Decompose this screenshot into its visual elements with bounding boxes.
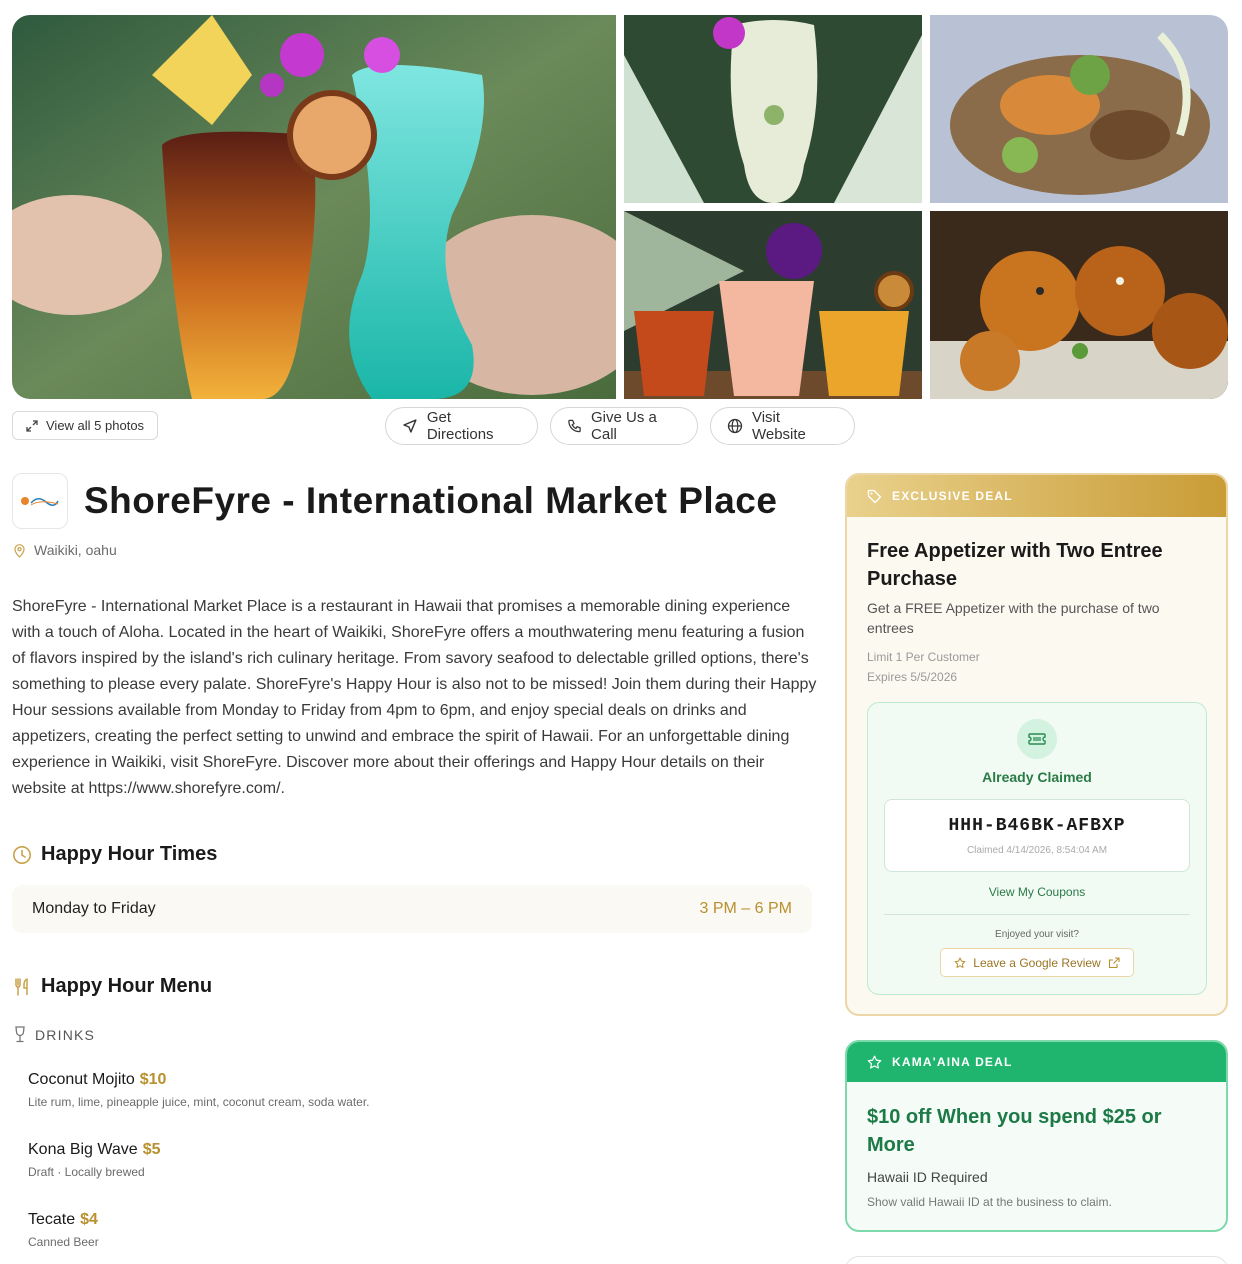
menu-item: Kona Big Wave $5 Draft · Locally brewed xyxy=(28,1141,160,1179)
leave-google-review-label: Leave a Google Review xyxy=(973,955,1101,970)
expand-icon xyxy=(26,419,38,432)
tag-icon xyxy=(867,489,882,503)
clock-icon xyxy=(13,845,31,864)
call-label: Give Us a Call xyxy=(591,409,657,443)
deal-limit: Limit 1 Per Customer xyxy=(867,650,980,664)
business-logo xyxy=(12,473,68,529)
deal-title: Free Appetizer with Two Entree Purchase xyxy=(867,540,1163,590)
claimed-coupon-panel: Already Claimed HHH-B46BK-AFBXP Claimed … xyxy=(867,702,1207,995)
kamaaina-deal-badge: KAMA'AINA DEAL xyxy=(892,1055,1013,1069)
exclusive-deal-badge: EXCLUSIVE DEAL xyxy=(892,489,1013,503)
leave-google-review-button[interactable]: Leave a Google Review xyxy=(940,948,1134,977)
photo-cocktails-main[interactable] xyxy=(12,15,616,399)
claimed-timestamp: Claimed 4/14/2026, 8:54:04 AM xyxy=(966,845,1108,856)
globe-icon xyxy=(727,418,743,434)
phone-icon xyxy=(568,419,581,433)
happy-hour-time: 3 PM – 6 PM xyxy=(699,900,792,917)
star-icon xyxy=(954,957,966,968)
navigation-arrow-icon xyxy=(403,419,417,433)
divider xyxy=(884,914,1190,915)
photo-appetizer-plate[interactable] xyxy=(930,15,1228,203)
kamaaina-deal-header: KAMA'AINA DEAL xyxy=(847,1042,1226,1082)
drinks-category-heading: DRINKS xyxy=(14,1026,95,1043)
menu-item-price: $4 xyxy=(80,1211,98,1228)
happy-hour-times-title: Happy Hour Times xyxy=(41,843,218,865)
review-prompt: Enjoyed your visit? xyxy=(995,929,1079,940)
deal-expiration: Expires 5/5/2026 xyxy=(867,670,958,684)
kamaaina-note: Show valid Hawaii ID at the business to … xyxy=(867,1195,1112,1209)
call-button[interactable]: Give Us a Call xyxy=(550,407,698,445)
menu-item-price: $10 xyxy=(139,1071,167,1088)
photo-gallery xyxy=(12,15,1228,399)
claimed-status: Already Claimed xyxy=(982,769,1092,785)
menu-item-detail: Canned Beer xyxy=(28,1235,99,1249)
happy-hour-menu-heading: Happy Hour Menu xyxy=(12,975,212,998)
happy-hour-days: Monday to Friday xyxy=(32,900,156,917)
menu-item-price: $5 xyxy=(142,1141,161,1158)
photo-drink-trio[interactable] xyxy=(624,211,922,399)
utensils-icon xyxy=(15,977,28,996)
business-description: ShoreFyre - International Market Place i… xyxy=(12,598,817,797)
map-pin-icon xyxy=(14,543,25,558)
happy-hour-row: Monday to Friday 3 PM – 6 PM xyxy=(12,885,812,933)
view-all-photos-label: View all 5 photos xyxy=(46,418,145,433)
kamaaina-deal-title: $10 off When you spend $25 or More xyxy=(867,1106,1162,1156)
external-link-icon xyxy=(1108,956,1120,968)
exclusive-deal-card: EXCLUSIVE DEAL Free Appetizer with Two E… xyxy=(845,473,1228,1016)
menu-item-detail: Lite rum, lime, pineapple juice, mint, c… xyxy=(28,1095,370,1109)
business-location: Waikiki, oahu xyxy=(12,542,117,558)
kamaaina-deal-card: KAMA'AINA DEAL $10 off When you spend $2… xyxy=(845,1040,1228,1232)
business-name: ShoreFyre - International Market Place xyxy=(84,480,778,521)
view-all-photos-button[interactable]: View all 5 photos xyxy=(12,411,159,440)
photo-mojito[interactable] xyxy=(624,15,922,203)
next-deal-card xyxy=(845,1256,1228,1264)
menu-item: Tecate $4 Canned Beer xyxy=(28,1211,99,1249)
view-my-coupons-link[interactable]: View My Coupons xyxy=(868,885,1206,899)
happy-hour-menu-title: Happy Hour Menu xyxy=(41,975,213,997)
get-directions-label: Get Directions xyxy=(426,409,494,443)
coupon-code: HHH-B46BK-AFBXP xyxy=(948,816,1126,836)
ticket-icon xyxy=(1017,719,1057,759)
kamaaina-requirement: Hawaii ID Required xyxy=(867,1169,988,1185)
menu-item-name: Tecate xyxy=(28,1211,76,1228)
deal-subtitle: Get a FREE Appetizer with the purchase o… xyxy=(867,600,1160,636)
wine-glass-icon xyxy=(15,1026,25,1043)
happy-hour-times-heading: Happy Hour Times xyxy=(12,843,217,866)
photo-glazed-shrimp[interactable] xyxy=(930,211,1228,399)
menu-item: Coconut Mojito $10 Lite rum, lime, pineap… xyxy=(28,1071,370,1109)
menu-item-name: Kona Big Wave xyxy=(28,1141,138,1158)
drinks-label: DRINKS xyxy=(35,1026,96,1043)
menu-item-name: Coconut Mojito xyxy=(28,1071,135,1088)
visit-website-label: Visit Website xyxy=(751,409,806,443)
exclusive-deal-header: EXCLUSIVE DEAL xyxy=(847,475,1226,517)
visit-website-button[interactable]: Visit Website xyxy=(710,407,855,445)
location-text: Waikiki, oahu xyxy=(34,542,117,558)
get-directions-button[interactable]: Get Directions xyxy=(385,407,538,445)
menu-item-detail: Draft · Locally brewed xyxy=(28,1165,145,1179)
coupon-code-box: HHH-B46BK-AFBXP Claimed 4/14/2026, 8:54:… xyxy=(884,799,1190,872)
star-icon xyxy=(867,1055,882,1069)
